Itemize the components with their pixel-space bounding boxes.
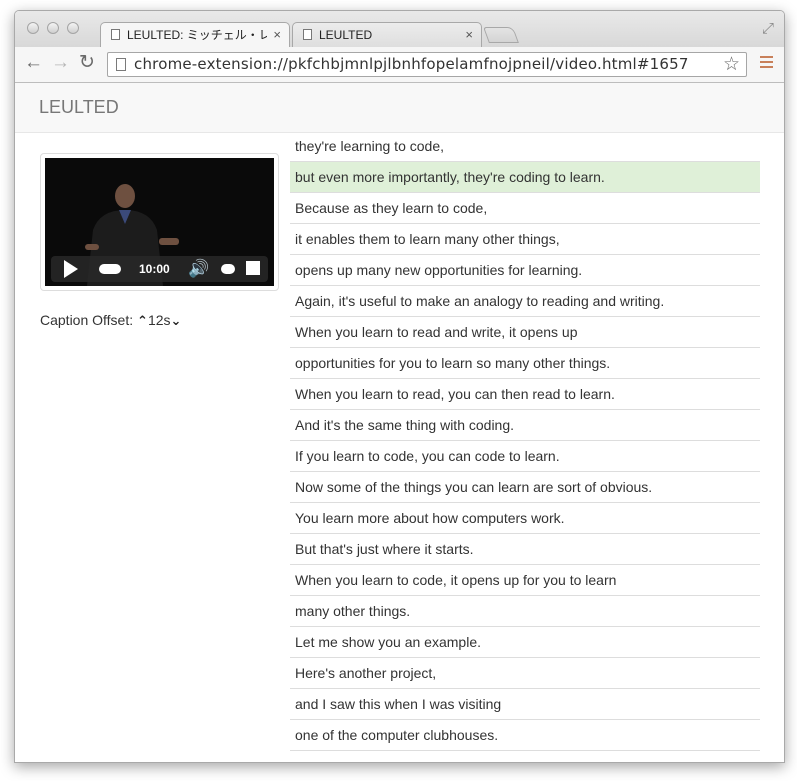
volume-slider[interactable] <box>221 264 235 274</box>
page-icon <box>303 29 312 40</box>
browser-toolbar: ← → ↻ chrome-extension://pkfchbjmnlpjlbn… <box>15 47 784 83</box>
new-tab-button[interactable] <box>483 27 519 43</box>
volume-icon[interactable]: 🔊 <box>188 257 209 281</box>
play-icon[interactable] <box>64 260 78 278</box>
video-time: 10:00 <box>139 262 170 276</box>
transcript-line[interactable]: You learn more about how computers work. <box>290 503 760 534</box>
app-navbar: LEULTED <box>15 83 784 133</box>
transcript-line[interactable]: Now some of the things you can learn are… <box>290 472 760 503</box>
hamburger-menu-icon[interactable] <box>760 56 773 71</box>
transcript-line[interactable]: But that's just where it starts. <box>290 534 760 565</box>
browser-window: LEULTED: ミッチェル・レズ × LEULTED × ⤢ ← → ↻ ch… <box>14 10 785 763</box>
chevron-down-icon[interactable]: ⌄ <box>171 313 182 328</box>
tab-leulted-video[interactable]: LEULTED: ミッチェル・レズ × <box>100 22 290 47</box>
video-screen[interactable]: 10:00 🔊 <box>45 158 274 286</box>
fullscreen-icon[interactable] <box>246 261 260 275</box>
transcript-line[interactable]: Because as they learn to code, <box>290 193 760 224</box>
tab-leulted[interactable]: LEULTED × <box>292 22 482 47</box>
video-controls: 10:00 🔊 <box>51 256 268 282</box>
close-window-button[interactable] <box>27 22 39 34</box>
back-arrow-icon[interactable]: ← <box>24 52 43 74</box>
minimize-window-button[interactable] <box>47 22 59 34</box>
transcript-line-current[interactable]: but even more importantly, they're codin… <box>290 162 760 193</box>
transcript-line[interactable]: Again, it's useful to make an analogy to… <box>290 286 760 317</box>
transcript-line[interactable]: and I saw this when I was visiting <box>290 689 760 720</box>
zoom-window-button[interactable] <box>67 22 79 34</box>
transcript-line[interactable]: opens up many new opportunities for lear… <box>290 255 760 286</box>
close-tab-icon[interactable]: × <box>273 23 281 47</box>
transcript-line[interactable]: And it's the same thing with coding. <box>290 410 760 441</box>
transcript-line[interactable]: one of the computer clubhouses. <box>290 720 760 751</box>
caption-offset-label: Caption Offset: <box>40 312 134 328</box>
transcript-line[interactable]: it enables them to learn many other thin… <box>290 224 760 255</box>
forward-arrow-icon[interactable]: → <box>51 52 70 74</box>
address-bar[interactable]: chrome-extension://pkfchbjmnlpjlbnhfopel… <box>107 52 747 77</box>
transcript-list: they're learning to code, but even more i… <box>290 131 760 751</box>
transcript-line[interactable]: When you learn to code, it opens up for … <box>290 565 760 596</box>
page-icon <box>116 58 126 71</box>
transcript-line[interactable]: opportunities for you to learn so many o… <box>290 348 760 379</box>
tab-strip: LEULTED: ミッチェル・レズ × LEULTED × ⤢ <box>15 11 784 47</box>
caption-offset: Caption Offset: ⌃12s⌄ <box>40 312 181 329</box>
close-tab-icon[interactable]: × <box>465 23 473 47</box>
transcript-line[interactable]: When you learn to read, you can then rea… <box>290 379 760 410</box>
chevron-up-icon[interactable]: ⌃ <box>137 313 148 328</box>
fullscreen-icon[interactable]: ⤢ <box>762 20 774 37</box>
transcript-line[interactable]: Let me show you an example. <box>290 627 760 658</box>
bookmark-star-icon[interactable]: ☆ <box>723 53 740 76</box>
transcript-line[interactable]: If you learn to code, you can code to le… <box>290 441 760 472</box>
progress-slider[interactable] <box>99 264 121 274</box>
transcript-line[interactable]: many other things. <box>290 596 760 627</box>
transcript-line[interactable]: they're learning to code, <box>290 131 760 162</box>
transcript-line[interactable]: When you learn to read and write, it ope… <box>290 317 760 348</box>
page-icon <box>111 29 120 40</box>
app-brand[interactable]: LEULTED <box>39 83 119 131</box>
reload-icon[interactable]: ↻ <box>79 52 95 74</box>
video-player[interactable]: 10:00 🔊 <box>40 153 279 291</box>
transcript-line[interactable]: Here's another project, <box>290 658 760 689</box>
address-url[interactable]: chrome-extension://pkfchbjmnlpjlbnhfopel… <box>134 53 689 76</box>
caption-offset-value: 12s <box>147 312 171 328</box>
tab-title: LEULTED: ミッチェル・レズ <box>127 28 267 42</box>
tab-title: LEULTED <box>319 28 373 42</box>
